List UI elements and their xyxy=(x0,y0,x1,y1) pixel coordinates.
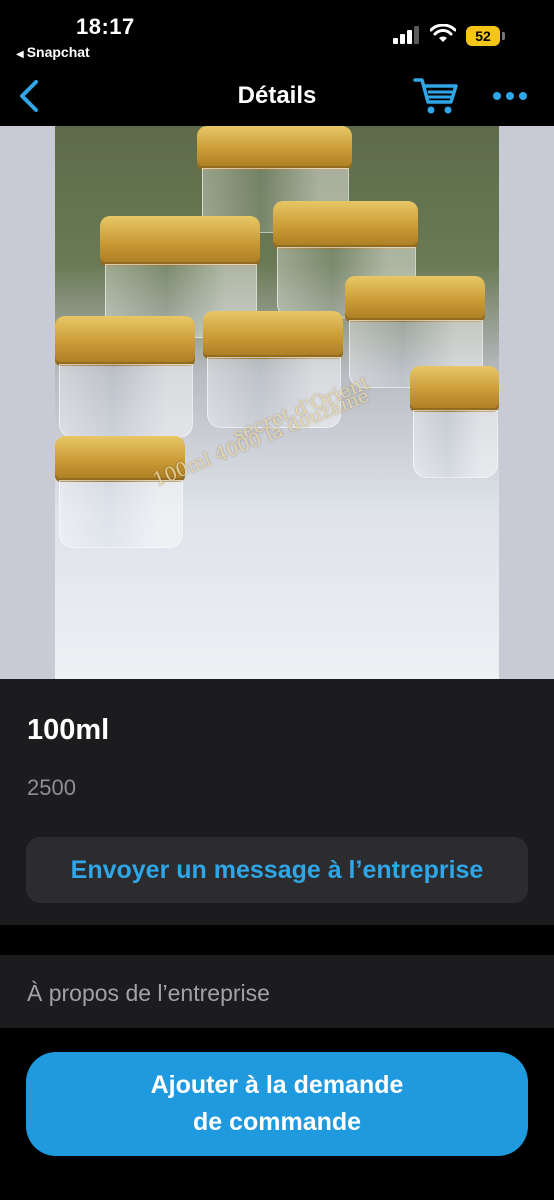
jar xyxy=(55,436,185,548)
back-to-app-link[interactable]: ◀ Snapchat xyxy=(16,44,90,60)
add-to-order-request-button[interactable]: Ajouter à la demande de commande xyxy=(26,1052,528,1156)
battery-icon: 52 xyxy=(466,26,506,46)
wifi-icon xyxy=(430,24,456,42)
ellipsis-icon[interactable] xyxy=(490,84,530,108)
jar xyxy=(55,316,195,438)
product-name: 100ml xyxy=(27,714,110,746)
product-image: secret d'Orient 100ml 4000 la douzaine xyxy=(55,126,499,679)
cart-icon[interactable] xyxy=(413,76,459,116)
status-time: 18:17 xyxy=(76,14,135,39)
back-app-label: Snapchat xyxy=(26,44,90,60)
status-bar: 18:17 ◀ Snapchat 52 xyxy=(0,0,554,66)
jar xyxy=(410,366,499,478)
battery-level: 52 xyxy=(466,26,500,46)
product-details-card: 100ml 2500 Envoyer un message à l’entrep… xyxy=(0,679,554,925)
product-price: 2500 xyxy=(27,775,76,800)
page-title: Détails xyxy=(237,82,317,109)
back-triangle-icon: ◀ xyxy=(16,49,24,60)
cta-label-line-2: de commande xyxy=(192,1108,362,1136)
nav-bar: Détails xyxy=(0,66,554,126)
about-business-row[interactable]: À propos de l’entreprise xyxy=(0,955,554,1028)
cta-label-line-1: Ajouter à la demande xyxy=(150,1071,404,1099)
cellular-signal-icon xyxy=(393,26,419,44)
message-business-button[interactable]: Envoyer un message à l’entreprise xyxy=(26,837,528,903)
about-business-label: À propos de l’entreprise xyxy=(27,980,270,1006)
product-photo[interactable]: secret d'Orient 100ml 4000 la douzaine xyxy=(0,126,554,679)
